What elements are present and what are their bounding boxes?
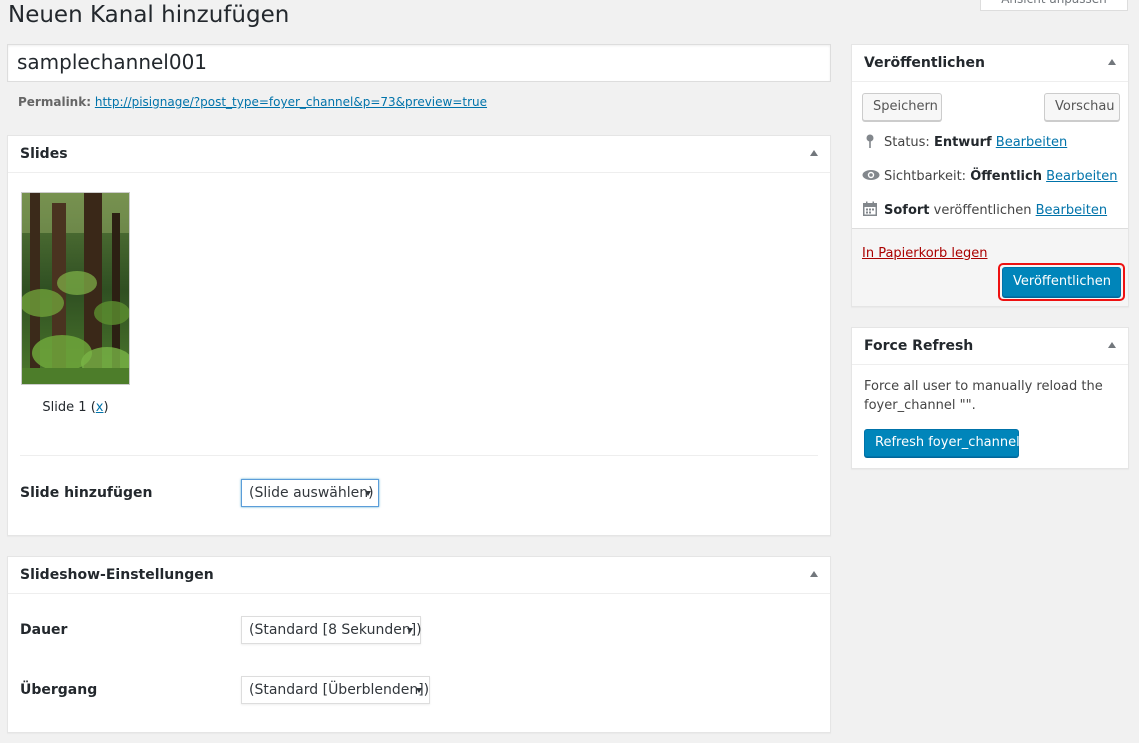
slide-thumbnail: [21, 192, 130, 385]
add-slide-select-value: (Slide auswählen): [249, 485, 374, 501]
divider: [20, 455, 818, 456]
force-refresh-header[interactable]: Force Refresh: [852, 328, 1128, 365]
slide-caption-label: Slide 1: [42, 400, 87, 415]
collapse-arrow-icon[interactable]: [1108, 342, 1116, 348]
schedule-edit-link[interactable]: Bearbeiten: [1036, 203, 1107, 218]
schedule-row: Sofort veröffentlichen Bearbeiten: [862, 201, 1107, 218]
permalink: Permalink: http://pisignage/?post_type=f…: [18, 95, 487, 109]
publish-metabox-header[interactable]: Veröffentlichen: [852, 45, 1128, 82]
slides-metabox: Slides Slide 1 (x) Slide hinzufügen (Sli…: [7, 135, 831, 536]
calendar-icon: [862, 201, 878, 217]
collapse-arrow-icon[interactable]: [810, 150, 818, 156]
force-refresh-description: Force all user to manually reload the fo…: [864, 379, 1103, 413]
transition-select[interactable]: (Standard [Überblenden]): [241, 676, 430, 704]
save-draft-button[interactable]: Speichern: [862, 93, 942, 121]
visibility-label: Sichtbarkeit:: [884, 169, 967, 184]
slide-remove-link[interactable]: x: [96, 400, 104, 415]
refresh-channel-button[interactable]: Refresh foyer_channel: [864, 429, 1020, 457]
eye-icon: [862, 167, 880, 183]
move-to-trash-link[interactable]: In Papierkorb legen: [862, 246, 987, 261]
slideshow-settings-title: Slideshow-Einstellungen: [20, 567, 214, 583]
add-slide-label: Slide hinzufügen: [20, 485, 153, 501]
collapse-arrow-icon[interactable]: [1108, 59, 1116, 65]
screen-options-button[interactable]: Ansicht anpassen: [980, 0, 1128, 11]
slides-metabox-header[interactable]: Slides: [8, 136, 830, 173]
status-label: Status:: [884, 135, 930, 150]
slides-metabox-title: Slides: [20, 146, 68, 162]
status-value: Entwurf: [933, 135, 992, 150]
publish-metabox: Veröffentlichen Speichern Vorschau Statu…: [851, 44, 1129, 307]
status-edit-link[interactable]: Bearbeiten: [996, 135, 1067, 150]
pin-icon: [862, 133, 878, 149]
add-slide-select[interactable]: (Slide auswählen): [241, 479, 379, 507]
force-refresh-metabox: Force Refresh Force all user to manually…: [851, 327, 1129, 469]
forest-image-icon: [22, 193, 129, 384]
slide-caption: Slide 1 (x): [42, 400, 109, 415]
post-title-input[interactable]: samplechannel001: [7, 44, 831, 82]
visibility-row: Sichtbarkeit: Öffentlich Bearbeiten: [862, 167, 1118, 184]
permalink-link[interactable]: http://pisignage/?post_type=foyer_channe…: [95, 95, 487, 109]
schedule-label: veröffentlichen: [933, 203, 1032, 218]
transition-label: Übergang: [20, 682, 98, 698]
duration-select[interactable]: (Standard [8 Sekunden]): [241, 616, 422, 644]
visibility-value: Öffentlich: [970, 169, 1042, 184]
publish-actions: In Papierkorb legen Veröffentlichen: [852, 228, 1128, 306]
slideshow-settings-header[interactable]: Slideshow-Einstellungen: [8, 557, 830, 594]
duration-select-value: (Standard [8 Sekunden]): [249, 622, 422, 638]
transition-select-value: (Standard [Überblenden]): [249, 682, 430, 698]
duration-label: Dauer: [20, 622, 68, 638]
permalink-label: Permalink:: [18, 95, 92, 109]
visibility-edit-link[interactable]: Bearbeiten: [1046, 169, 1117, 184]
chevron-down-icon: [407, 628, 413, 633]
page-title: Neuen Kanal hinzufügen: [8, 2, 290, 28]
collapse-arrow-icon[interactable]: [810, 571, 818, 577]
chevron-down-icon: [416, 688, 422, 693]
chevron-down-icon: [365, 491, 371, 496]
schedule-value: Sofort: [884, 203, 930, 218]
force-refresh-title: Force Refresh: [864, 338, 974, 354]
preview-button[interactable]: Vorschau: [1044, 93, 1120, 121]
publish-button[interactable]: Veröffentlichen: [1002, 267, 1121, 297]
publish-metabox-title: Veröffentlichen: [864, 55, 985, 71]
status-row: Status: Entwurf Bearbeiten: [862, 133, 1067, 150]
slideshow-settings-metabox: Slideshow-Einstellungen Dauer (Standard …: [7, 556, 831, 733]
